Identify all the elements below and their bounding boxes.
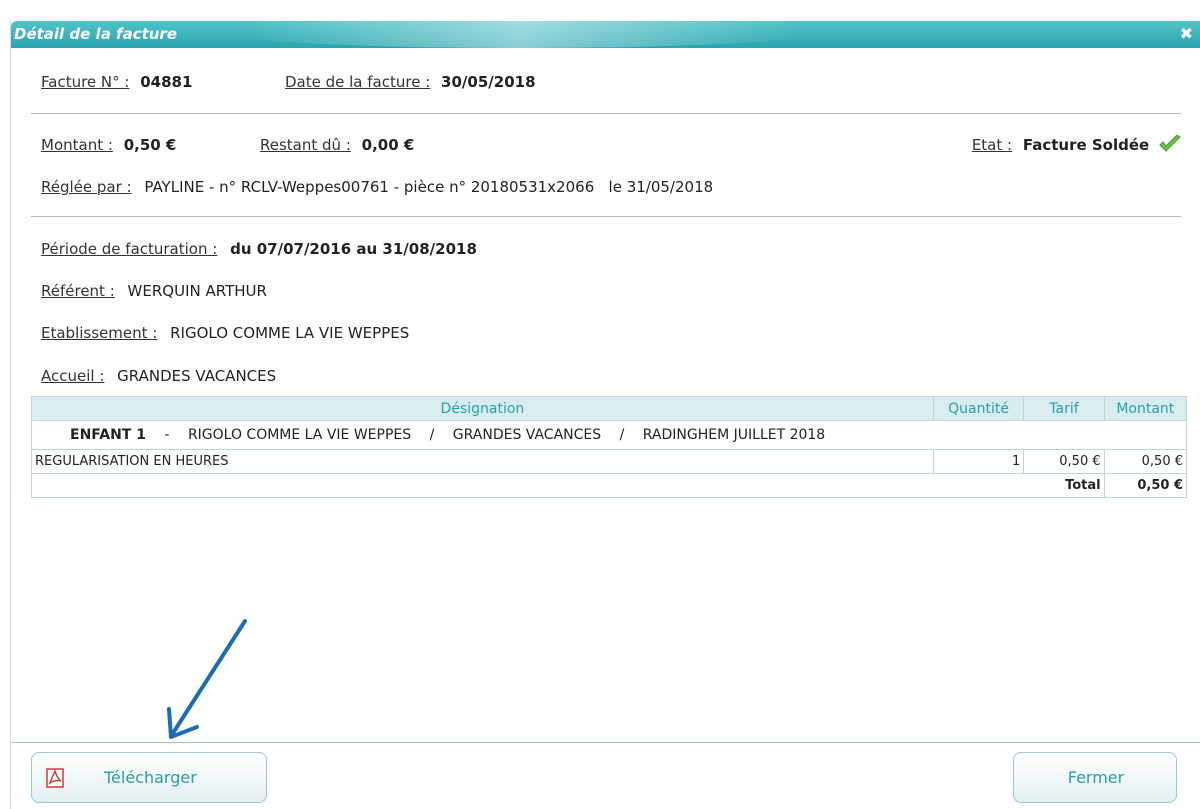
reception-value: GRANDES VACANCES bbox=[117, 367, 277, 385]
dialog-title: Détail de la facture bbox=[14, 25, 178, 43]
cell-designation: REGULARISATION EN HEURES bbox=[31, 449, 934, 474]
establishment-label: Etablissement : bbox=[41, 324, 158, 342]
paid-by-row: Réglée par : PAYLINE - n° RCLV-Weppes007… bbox=[41, 178, 713, 196]
close-button-label: Fermer bbox=[1067, 768, 1125, 787]
reception-label: Accueil : bbox=[41, 367, 105, 385]
table-header-row: Désignation Quantité Tarif Montant bbox=[31, 396, 1188, 421]
table-total-row: Total 0,50 € bbox=[31, 473, 1188, 498]
total-value: 0,50 € bbox=[1103, 473, 1188, 498]
referent-value: WERQUIN ARTHUR bbox=[127, 282, 267, 300]
state-label: Etat : bbox=[971, 136, 1013, 154]
group-slash: / bbox=[619, 427, 625, 443]
group-child: ENFANT 1 bbox=[70, 427, 146, 443]
close-icon[interactable]: ✖ bbox=[1180, 24, 1193, 43]
amount-row: Montant : 0,50 € bbox=[41, 136, 176, 154]
separator bbox=[31, 113, 1181, 114]
paid-by-label: Réglée par : bbox=[41, 178, 132, 196]
cell-quantity: 1 bbox=[932, 449, 1025, 474]
remaining-label: Restant dû : bbox=[260, 136, 351, 154]
group-slash: / bbox=[429, 427, 435, 443]
total-label: Total bbox=[31, 473, 1105, 498]
column-header-designation: Désignation bbox=[31, 396, 934, 421]
reception-row: Accueil : GRANDES VACANCES bbox=[41, 367, 276, 385]
invoice-date-row: Date de la facture : 30/05/2018 bbox=[285, 73, 536, 91]
table-group-row: ENFANT 1 - RIGOLO COMME LA VIE WEPPES / … bbox=[31, 420, 1187, 450]
close-button[interactable]: Fermer bbox=[1013, 752, 1177, 803]
column-header-quantity: Quantité bbox=[932, 396, 1025, 421]
invoice-number-value: 04881 bbox=[140, 73, 193, 91]
pdf-icon bbox=[46, 768, 64, 792]
period-row: Période de facturation : du 07/07/2016 a… bbox=[41, 240, 477, 258]
establishment-value: RIGOLO COMME LA VIE WEPPES bbox=[170, 324, 410, 342]
group-cell: ENFANT 1 - RIGOLO COMME LA VIE WEPPES / … bbox=[31, 420, 1187, 450]
column-header-amount: Montant bbox=[1103, 396, 1188, 421]
invoice-number-row: Facture N° : 04881 bbox=[41, 73, 192, 91]
state-row: Etat : Facture Soldée bbox=[971, 134, 1181, 157]
period-value: du 07/07/2016 au 31/08/2018 bbox=[230, 240, 477, 258]
period-label: Période de facturation : bbox=[41, 240, 218, 258]
table-row: REGULARISATION EN HEURES 1 0,50 € 0,50 € bbox=[31, 449, 1188, 474]
invoice-date-label: Date de la facture : bbox=[285, 73, 431, 91]
download-button[interactable]: Télécharger bbox=[31, 752, 267, 803]
referent-row: Référent : WERQUIN ARTHUR bbox=[41, 282, 267, 300]
remaining-row: Restant dû : 0,00 € bbox=[260, 136, 414, 154]
annotation-arrow-icon bbox=[167, 619, 247, 739]
invoice-number-label: Facture N° : bbox=[41, 73, 130, 91]
download-button-label: Télécharger bbox=[104, 768, 197, 787]
establishment-row: Etablissement : RIGOLO COMME LA VIE WEPP… bbox=[41, 324, 409, 342]
separator bbox=[31, 216, 1181, 217]
invoice-date-value: 30/05/2018 bbox=[441, 73, 536, 91]
remaining-value: 0,00 € bbox=[361, 136, 415, 154]
invoice-lines-table: Désignation Quantité Tarif Montant ENFAN… bbox=[31, 396, 1188, 498]
group-reception: GRANDES VACANCES bbox=[452, 427, 602, 443]
check-icon bbox=[1159, 134, 1181, 157]
paid-by-value: PAYLINE - n° RCLV-Weppes00761 - pièce n°… bbox=[144, 178, 714, 196]
group-session: RADINGHEM JUILLET 2018 bbox=[642, 427, 826, 443]
amount-label: Montant : bbox=[41, 136, 113, 154]
footer-separator bbox=[11, 742, 1200, 743]
referent-label: Référent : bbox=[41, 282, 115, 300]
cell-rate: 0,50 € bbox=[1023, 449, 1105, 474]
amount-value: 0,50 € bbox=[123, 136, 177, 154]
group-establishment: RIGOLO COMME LA VIE WEPPES bbox=[187, 427, 412, 443]
cell-amount: 0,50 € bbox=[1103, 449, 1188, 474]
column-header-rate: Tarif bbox=[1023, 396, 1105, 421]
invoice-detail-dialog: Détail de la facture ✖ Facture N° : 0488… bbox=[10, 21, 1200, 809]
state-value: Facture Soldée bbox=[1022, 136, 1150, 154]
group-dash: - bbox=[164, 427, 170, 443]
dialog-titlebar[interactable]: Détail de la facture ✖ bbox=[11, 21, 1200, 48]
titlebar-shine bbox=[241, 21, 801, 48]
